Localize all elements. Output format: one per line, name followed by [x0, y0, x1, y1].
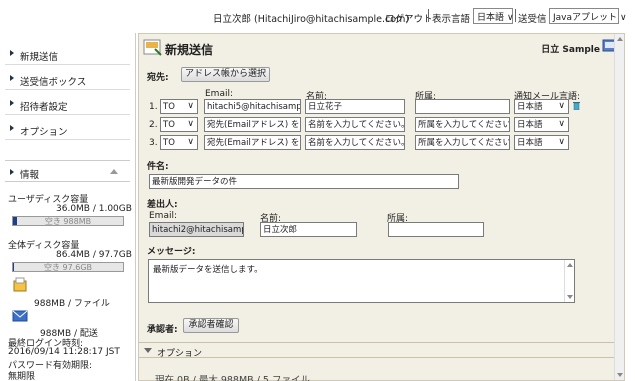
recipient-email-input[interactable]: hitachi5@hitachisample.	[204, 99, 301, 114]
message-scrollbar[interactable]	[564, 260, 574, 302]
arrow-right-icon	[10, 50, 14, 56]
panel-scrollbar[interactable]	[614, 34, 624, 380]
scroll-up-icon[interactable]	[617, 37, 623, 41]
sender-label: 差出人:	[147, 200, 178, 210]
transfer-label: 送受信	[518, 14, 547, 25]
sender-name-input[interactable]: 日立次郎	[260, 222, 357, 237]
sender-org-input[interactable]	[388, 222, 484, 237]
page-title: 新規送信	[165, 43, 214, 57]
file-icon	[13, 277, 27, 292]
all-disk-usage-bar: 空き 97.6GB	[12, 262, 124, 272]
sender-email-label: Email:	[149, 211, 178, 221]
last-login-value: 2016/09/14 11:28:17 JST	[8, 347, 120, 357]
recipient-org-input[interactable]: 所属を入力してください。	[415, 135, 510, 150]
notify-language-select[interactable]: 日本語 ∨	[514, 99, 569, 114]
row-number: 2.	[149, 120, 158, 130]
mail-icon	[12, 310, 28, 322]
file-capacity-summary: 現在 0B / 最大 988MB / 5 ファイル	[155, 375, 310, 381]
user-disk-value: 36.0MB / 1.00GB	[56, 204, 132, 214]
sidebar-item-send-receive-box[interactable]: 送受信ボックス	[5, 68, 130, 90]
panel-header: 新規送信 日立 Sample	[139, 34, 624, 59]
arrow-right-icon	[10, 125, 14, 131]
row-number: 3.	[149, 138, 158, 148]
message-textarea[interactable]: 最新版データを送信します。	[148, 259, 575, 303]
recipient-org-input[interactable]	[415, 99, 510, 114]
recipient-name-input[interactable]: 日立花子	[305, 99, 405, 114]
scroll-up-icon[interactable]	[567, 263, 573, 267]
logout-link[interactable]: ログアウト	[385, 11, 433, 25]
new-send-panel: 新規送信 日立 Sample 宛先: アドレス帳から選択 Email: 名前: …	[138, 33, 625, 381]
user-info: 日立次郎 (HitachiJiro@hitachisample.com)	[213, 14, 410, 25]
sidebar-item-new-send[interactable]: 新規送信	[5, 43, 130, 65]
notify-language-select[interactable]: 日本語 ∨	[514, 135, 569, 150]
all-disk-value: 86.4MB / 97.7GB	[56, 250, 132, 260]
subject-label: 件名:	[147, 162, 169, 172]
recipient-email-input[interactable]: 宛先(Emailアドレス) を	[204, 135, 301, 150]
trash-icon[interactable]	[573, 101, 580, 110]
to-label: 宛先:	[147, 73, 169, 83]
approver-check-button[interactable]: 承認者確認	[183, 318, 239, 333]
transfer-method-select[interactable]: Javaアプレット ∨	[549, 8, 627, 24]
chevron-down-icon	[144, 348, 152, 353]
recipient-email-input[interactable]: 宛先(Emailアドレス) を	[204, 117, 301, 132]
sidebar-item-options[interactable]: オプション	[5, 118, 130, 140]
arrow-right-icon	[10, 169, 14, 175]
message-label: メッセージ:	[147, 247, 196, 257]
divider	[428, 9, 429, 22]
recipient-type-select[interactable]: TO ∨	[160, 117, 198, 132]
recipient-name-input[interactable]: 名前を入力してください。	[305, 135, 405, 150]
subject-input[interactable]: 最新版開発データの件	[149, 174, 459, 189]
new-send-icon	[143, 39, 162, 56]
per-file-limit: 988MB / ファイル	[34, 299, 110, 309]
language-select[interactable]: 日本語 ∨	[473, 8, 514, 24]
scroll-down-icon[interactable]	[567, 295, 573, 299]
address-book-button[interactable]: アドレス帳から選択	[181, 67, 270, 82]
info-section-header[interactable]: 情報	[5, 160, 130, 182]
top-bar: 日立次郎 (HitachiJiro@hitachisample.com) ログア…	[0, 0, 635, 33]
recipient-type-select[interactable]: TO ∨	[160, 135, 198, 150]
brand-label: 日立 Sample	[541, 45, 600, 55]
row-number: 1.	[149, 102, 158, 112]
language-label: 表示言語	[432, 14, 471, 25]
arrow-right-icon	[10, 100, 14, 106]
recipient-org-input[interactable]: 所属を入力してください。	[415, 117, 510, 132]
recipient-type-select[interactable]: TO ∨	[160, 99, 198, 114]
recipient-name-input[interactable]: 名前を入力してください。	[305, 117, 405, 132]
sidebar: 新規送信 送受信ボックス 招待者設定 オプション 情報 ユーザディスク容量 36…	[0, 33, 136, 381]
sender-email-field: hitachi2@hitachisamp	[149, 222, 244, 237]
options-toggle[interactable]: オプション	[139, 342, 624, 359]
approver-label: 承認者:	[147, 325, 178, 335]
arrow-right-icon	[10, 75, 14, 81]
divider	[515, 9, 516, 22]
scroll-down-icon[interactable]	[617, 373, 623, 377]
sidebar-item-invitee-settings[interactable]: 招待者設定	[5, 93, 130, 115]
notify-language-select[interactable]: 日本語 ∨	[514, 117, 569, 132]
email-column-label: Email:	[205, 89, 234, 99]
user-disk-usage-bar: 空き 988MB	[12, 216, 124, 226]
collapse-icon[interactable]	[110, 169, 118, 174]
password-expiry-value: 無期限	[8, 372, 36, 381]
